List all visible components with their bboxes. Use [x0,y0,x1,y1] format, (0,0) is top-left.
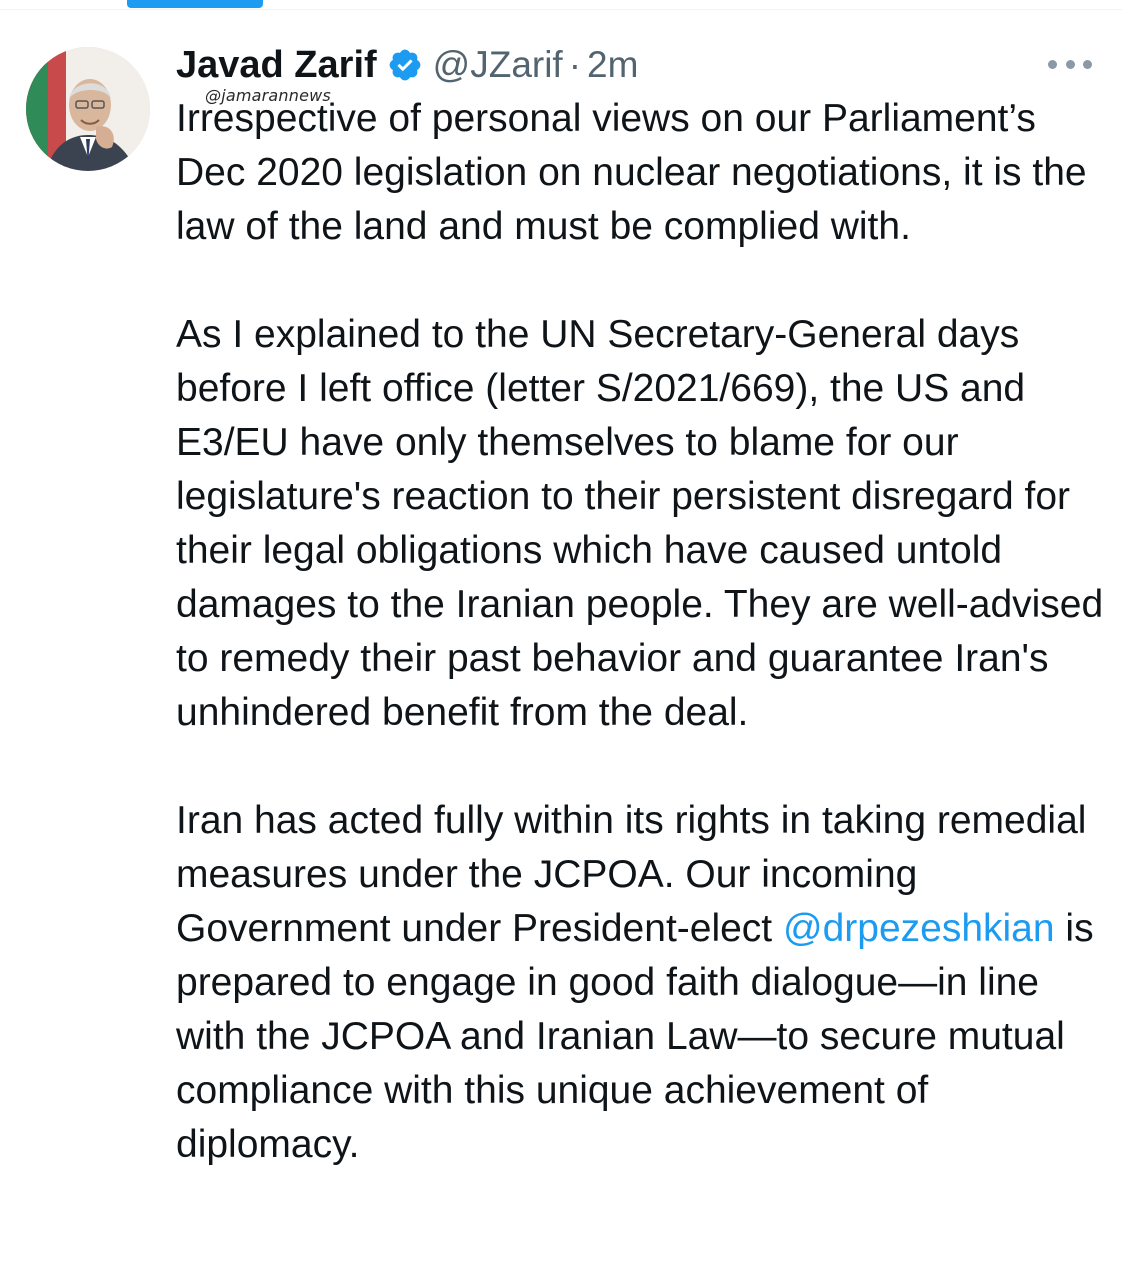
separator-dot: · [568,44,582,85]
tweet-paragraph-3: Iran has acted fully within its rights i… [176,794,1106,1172]
more-dot-icon [1065,59,1075,69]
mention-link[interactable]: @drpezeshkian [783,907,1055,950]
verified-badge-icon[interactable] [387,47,423,83]
more-dot-icon [1048,59,1057,69]
tweet-header: Javad Zarif @JZarif · 2m [176,40,638,90]
user-handle[interactable]: @JZarif [433,44,563,86]
display-name[interactable]: Javad Zarif [176,44,377,87]
avatar[interactable] [26,47,150,171]
timestamp[interactable]: 2m [587,44,638,86]
more-options-icon[interactable] [1048,52,1092,76]
active-tab-indicator [127,0,263,8]
more-dot-icon [1083,59,1092,69]
tweet-paragraph-1: Irrespective of personal views on our Pa… [176,97,1087,248]
tweet-paragraph-2: As I explained to the UN Secretary-Gener… [176,313,1104,734]
tweet[interactable]: Javad Zarif @JZarif · 2m @jamarannews Ir… [0,10,1122,1280]
tweet-text: Irrespective of personal views on our Pa… [176,92,1106,1226]
